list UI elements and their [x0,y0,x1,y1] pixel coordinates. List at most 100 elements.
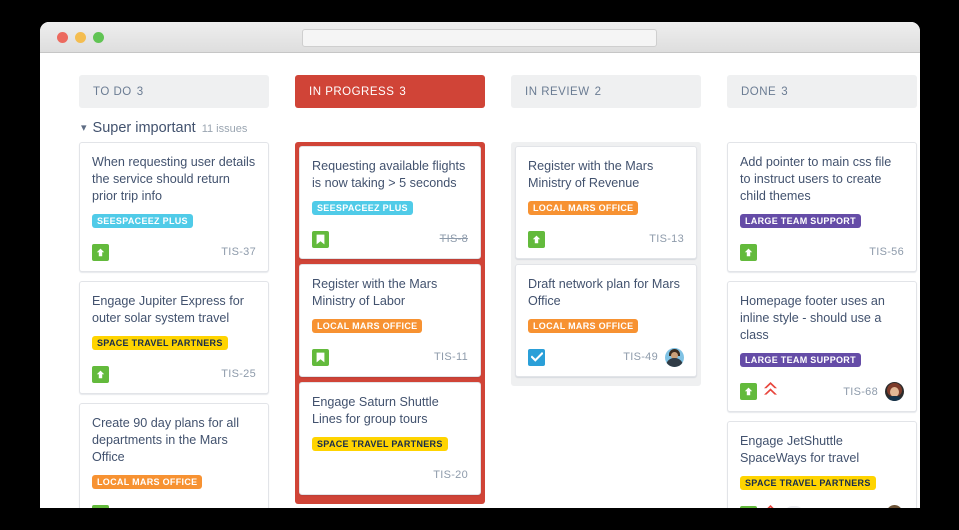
swimlane-issue-count: 11 issues [201,123,248,135]
board-card[interactable]: Add pointer to main css file to instruct… [727,142,917,272]
traffic-lights [57,31,104,43]
card-title: Register with the Mars Ministry of Reven… [528,159,654,190]
board-card[interactable]: Draft network plan for Mars Office LOCAL … [515,264,697,377]
chevron-down-icon[interactable]: ▾ [81,123,87,134]
card-title: Engage JetShuttle SpaceWays for travel [740,434,860,465]
card-icons [740,381,778,402]
card-label[interactable]: LOCAL MARS OFFICE [528,319,639,333]
card-title: Engage Saturn Shuttle Lines for group to… [312,395,439,426]
issue-key[interactable]: TIS-12 [221,507,256,508]
board-column-inreview: IN REVIEW 2 Register with the Mars Ministr… [511,75,701,386]
card-title: Draft network plan for Mars Office [528,277,680,308]
card-title: Add pointer to main css file to instruct… [740,155,892,203]
card-label[interactable]: LARGE TEAM SUPPORT [740,353,861,367]
column-title: IN PROGRESS [309,85,395,98]
column-count: 2 [594,85,602,98]
card-icons [92,365,109,383]
column-count: 3 [781,85,789,98]
issue-key[interactable]: TIS-56 [869,246,904,258]
browser-window: TO DO 3 ▾ Super important 11 issues When requ… [40,22,920,508]
card-meta: TIS-56 [869,246,904,258]
card-title: Homepage footer uses an inline style - s… [740,294,885,342]
board-column-todo: TO DO 3 ▾ Super important 11 issues When requ… [79,75,269,508]
card-title: Engage Jupiter Express for outer solar s… [92,294,244,325]
card-icons [740,243,757,261]
issue-type-story-icon [312,348,329,366]
card-footer: TIS-49 [528,347,684,367]
avatar[interactable] [885,382,904,401]
column-header-done[interactable]: DONE 3 [727,75,917,108]
card-labels: SPACE TRAVEL PARTNERS [740,476,904,494]
priority-highest-icon [763,381,778,402]
card-label[interactable]: SPACE TRAVEL PARTNERS [740,476,876,490]
issue-type-story-icon [312,230,329,248]
issue-key[interactable]: TIS-49 [623,351,658,363]
card-footer: TIS-25 [92,364,256,384]
issue-type-story-icon [740,506,757,508]
card-title: Register with the Mars Ministry of Labor [312,277,438,308]
card-label[interactable]: LARGE TEAM SUPPORT [740,214,861,228]
story-points-badge: 5 [784,506,804,508]
column-title: IN REVIEW [525,85,590,98]
board-card[interactable]: Register with the Mars Ministry of Labor… [299,264,481,377]
board-columns: TO DO 3 ▾ Super important 11 issues When requ… [40,75,920,508]
card-label[interactable]: LOCAL MARS OFFICE [92,475,203,489]
card-icons [92,504,109,508]
card-label[interactable]: SEESPACEEZ PLUS [92,214,193,228]
card-label[interactable]: LOCAL MARS OFFICE [528,201,639,215]
address-bar[interactable] [302,29,657,47]
card-footer: TIS-68 [740,381,904,402]
board-card[interactable]: Homepage footer uses an inline style - s… [727,281,917,412]
column-cards-inreview: Register with the Mars Ministry of Reven… [511,142,701,386]
card-meta: TIS-8 [440,233,468,245]
priority-high-icon [740,383,757,400]
board-card[interactable]: Create 90 day plans for all departments … [79,403,269,508]
card-footer: TIS-37 [92,242,256,262]
column-count: 3 [136,85,144,98]
avatar[interactable] [885,505,904,508]
window-titlebar [40,22,920,53]
card-label[interactable]: LOCAL MARS OFFICE [312,319,423,333]
board-card[interactable]: Register with the Mars Ministry of Reven… [515,146,697,259]
board-column-done: DONE 3 Add pointer to main css file to ins… [727,75,917,508]
card-icons [312,348,329,366]
close-window-button[interactable] [57,31,68,43]
board-card[interactable]: Engage Jupiter Express for outer solar s… [79,281,269,394]
card-label[interactable]: SEESPACEEZ PLUS [312,201,413,215]
zoom-window-button[interactable] [93,31,104,43]
card-label[interactable]: SPACE TRAVEL PARTNERS [92,336,228,350]
screen: TO DO 3 ▾ Super important 11 issues When requ… [0,0,959,530]
card-footer: TIS-12 [92,503,256,508]
card-label[interactable]: SPACE TRAVEL PARTNERS [312,437,448,451]
card-title: Create 90 day plans for all departments … [92,416,240,464]
board-column-inprogress: IN PROGRESS 3 Requesting available flights… [295,75,485,504]
priority-high-icon [92,243,109,261]
card-meta: TIS-25 [221,368,256,380]
minimize-window-button[interactable] [75,31,86,43]
issue-key[interactable]: TIS-20 [433,469,468,481]
column-header-inprogress[interactable]: IN PROGRESS 3 [295,75,485,108]
card-footer: TIS-20 [312,465,468,485]
card-labels: LOCAL MARS OFFICE [312,319,468,337]
issue-key[interactable]: TIS-25 [221,368,256,380]
issue-key[interactable]: TIS-11 [434,351,468,363]
card-footer: TIS-56 [740,242,904,262]
card-footer: TIS-11 [312,347,468,367]
issue-key[interactable]: TIS-13 [649,233,684,245]
board-card[interactable]: When requesting user details the service… [79,142,269,272]
avatar[interactable] [665,347,684,367]
column-header-inreview[interactable]: IN REVIEW 2 [511,75,701,108]
card-meta: TIS-49 [623,347,684,367]
card-icons: 5 [740,504,804,508]
card-footer: 5 TIS-23 [740,504,904,508]
issue-key[interactable]: TIS-37 [221,246,256,258]
board-card[interactable]: Engage JetShuttle SpaceWays for travel SP… [727,421,917,508]
board-card[interactable]: Engage Saturn Shuttle Lines for group to… [299,382,481,495]
column-header-todo[interactable]: TO DO 3 [79,75,269,108]
issue-key[interactable]: TIS-68 [843,386,878,398]
board-card[interactable]: Requesting available flights is now taki… [299,146,481,259]
card-labels: LOCAL MARS OFFICE [92,475,256,493]
swimlane-header[interactable]: ▾ Super important 11 issues [79,108,269,142]
priority-highest-icon [763,504,778,508]
issue-key[interactable]: TIS-8 [440,233,468,245]
